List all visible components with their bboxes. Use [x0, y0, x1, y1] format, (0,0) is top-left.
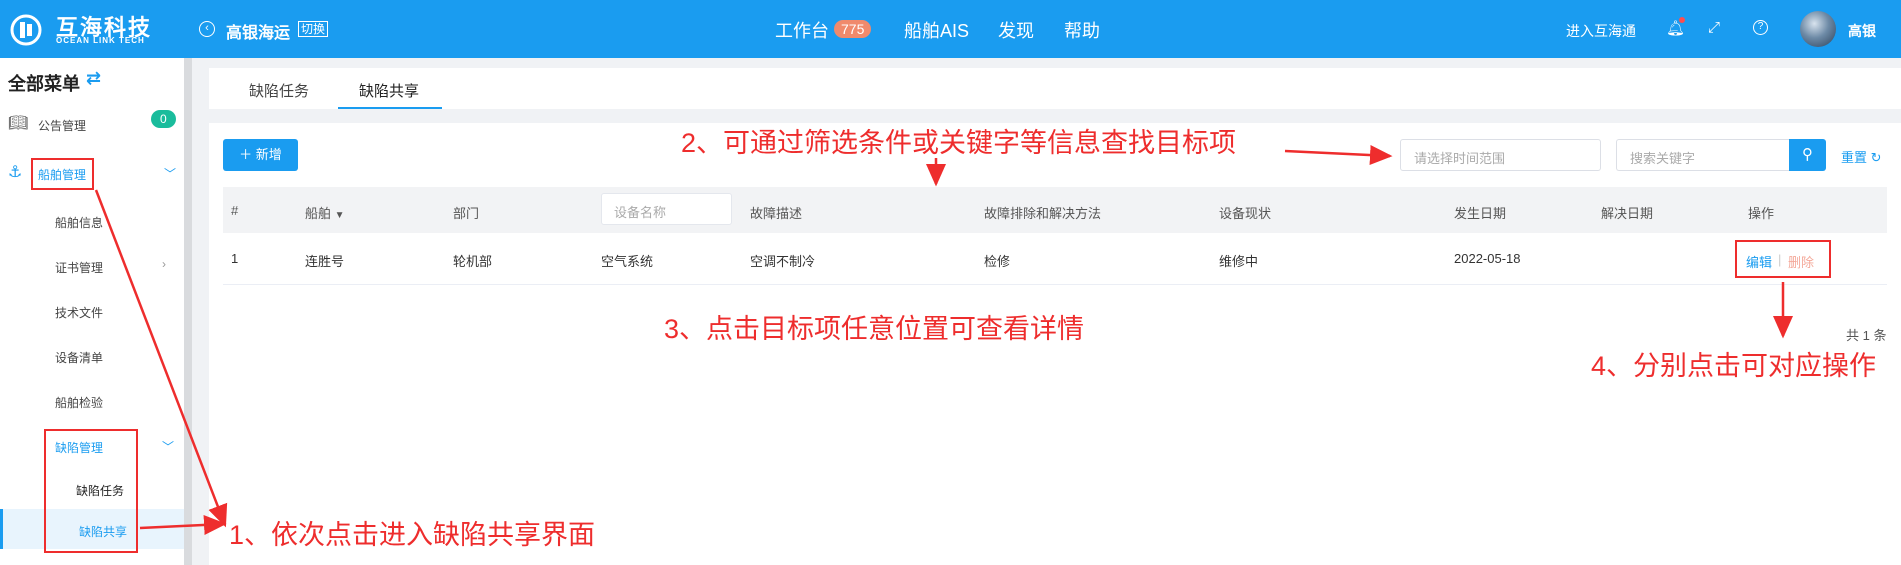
col-solution: 故障排除和解决方法	[984, 206, 1102, 221]
company-name: 高银海运	[226, 25, 291, 42]
sidebar-item-certificates[interactable]: 证书管理	[55, 259, 103, 276]
cell-index: 1	[231, 251, 239, 266]
annotation-step-1: 1、依次点击进入缺陷共享界面	[229, 520, 596, 550]
cell-department: 轮机部	[453, 254, 493, 269]
total-count: 共 1 条	[1846, 328, 1887, 343]
col-resolve-date: 解决日期	[1601, 206, 1654, 221]
add-button-label: 新增	[255, 147, 282, 162]
reset-label: 重置	[1841, 150, 1868, 165]
cell-equipment: 空气系统	[601, 254, 654, 269]
keyword-search-input[interactable]: 搜索关键字	[1616, 139, 1789, 171]
table-row[interactable]: 1 连胜号 轮机部 空气系统 空调不制冷 检修 维修中 2022-05-18	[223, 233, 1887, 285]
tab-defect-sharing[interactable]: 缺陷共享	[359, 80, 419, 101]
sidebar-title: 全部菜单	[8, 74, 80, 94]
annotation-step-2: 2、可通过筛选条件或关键字等信息查找目标项	[681, 128, 1237, 158]
col-ship-label: 船舶	[305, 206, 332, 221]
plus-icon: ＋	[239, 147, 256, 162]
col-ship[interactable]: 船舶 ▼	[305, 203, 345, 222]
search-icon[interactable]: ⚲	[1789, 139, 1826, 171]
cell-status: 维修中	[1219, 254, 1259, 269]
chevron-down-icon[interactable]: ﹀	[164, 165, 176, 182]
workbench-badge: 775	[834, 20, 872, 38]
back-icon[interactable]: ‹	[199, 21, 215, 37]
caret-down-icon: ▼	[334, 210, 345, 221]
anchor-icon: ⚓︎	[8, 164, 23, 181]
sidebar-item-tech-docs[interactable]: 技术文件	[55, 304, 103, 321]
tab-bar: 缺陷任务 缺陷共享	[209, 68, 1901, 109]
book-icon: 📖︎	[8, 115, 29, 132]
avatar[interactable]	[1800, 11, 1836, 47]
col-equipment-status: 设备现状	[1219, 206, 1272, 221]
equipment-name-filter[interactable]: 设备名称	[601, 193, 732, 225]
cell-occur-date: 2022-05-18	[1454, 251, 1521, 266]
add-button[interactable]: ＋ 新增	[223, 139, 298, 171]
col-fault-desc: 故障描述	[750, 206, 803, 221]
nav-help[interactable]: 帮助	[1064, 17, 1100, 43]
chevron-down-icon[interactable]: ﹀	[162, 438, 174, 455]
refresh-icon: ↻	[1870, 150, 1882, 165]
col-index: #	[231, 203, 239, 218]
col-occur-date: 发生日期	[1454, 206, 1507, 221]
tab-defect-tasks[interactable]: 缺陷任务	[249, 80, 309, 101]
switch-company-button[interactable]: 切换	[298, 21, 329, 37]
highlight-actions	[1735, 240, 1831, 278]
active-tab-indicator	[338, 107, 442, 109]
nav-ship-ais[interactable]: 船舶AIS	[904, 17, 969, 43]
nav-discover[interactable]: 发现	[998, 17, 1034, 43]
nav-workbench[interactable]: 工作台	[775, 17, 829, 43]
sidebar-item-notice[interactable]: 公告管理	[38, 117, 86, 134]
menu-switch-icon[interactable]: ⇄	[86, 68, 101, 89]
annotation-step-3: 3、点击目标项任意位置可查看详情	[664, 314, 1085, 344]
annotation-step-4: 4、分别点击可对应操作	[1591, 351, 1877, 381]
highlight-ship-management	[31, 158, 94, 190]
notification-dot	[1679, 17, 1685, 23]
date-range-input[interactable]: 请选择时间范围	[1400, 139, 1601, 171]
enter-huhaitong-link[interactable]: 进入互海通	[1566, 21, 1636, 41]
table-header: # 船舶 ▼ 部门 故障描述 故障排除和解决方法 设备现状 发生日期 解决日期 …	[223, 187, 1887, 233]
highlight-defect-menu	[44, 429, 138, 553]
chevron-right-icon[interactable]: ›	[162, 257, 166, 271]
cell-ship: 连胜号	[305, 254, 345, 269]
logo-icon	[10, 14, 42, 46]
fullscreen-icon[interactable]: ⤢	[1708, 19, 1720, 36]
cell-solution: 检修	[984, 254, 1011, 269]
top-bar: 互海科技 OCEAN LINK TECH ‹ 高银海运 切换 工作台 775 船…	[0, 0, 1901, 58]
sidebar-item-equipment-list[interactable]: 设备清单	[55, 349, 103, 366]
sidebar-item-ship-inspection[interactable]: 船舶检验	[55, 394, 103, 411]
username[interactable]: 高银	[1848, 21, 1876, 41]
brand-name-en: OCEAN LINK TECH	[56, 36, 145, 45]
reset-button[interactable]: 重置 ↻	[1841, 147, 1882, 166]
col-department: 部门	[453, 206, 480, 221]
sidebar-item-ship-info[interactable]: 船舶信息	[55, 214, 103, 231]
help-icon[interactable]: ?	[1753, 20, 1768, 35]
cell-fault: 空调不制冷	[750, 254, 816, 269]
col-actions: 操作	[1748, 206, 1775, 221]
notice-badge: 0	[151, 110, 176, 128]
